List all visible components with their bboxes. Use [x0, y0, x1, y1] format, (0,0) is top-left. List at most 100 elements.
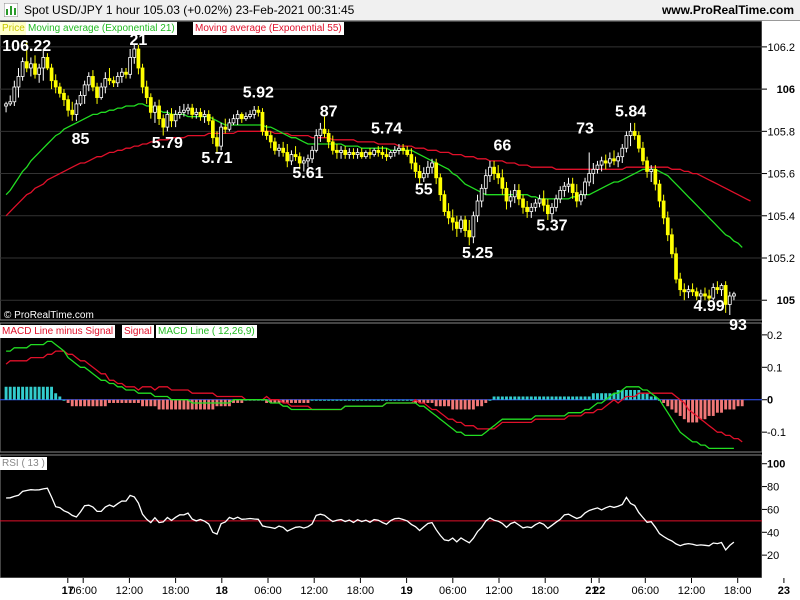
candle-body: [579, 194, 583, 202]
macd-histogram-bar: [397, 399, 401, 401]
price-annotation: 5.84: [615, 104, 646, 121]
candle-body: [566, 183, 571, 187]
candle-body: [421, 173, 426, 179]
macd-histogram-bar: [343, 399, 347, 401]
candle-body: [492, 166, 496, 174]
x-tick-label: 12:00: [485, 585, 513, 597]
macd-histogram-bar: [591, 393, 595, 400]
macd-histogram-bar: [372, 399, 376, 401]
candle-body: [231, 118, 236, 124]
candle-body: [661, 200, 666, 219]
candle-body: [62, 92, 66, 101]
macd-histogram-bar: [707, 399, 711, 416]
macd-histogram-bar: [170, 399, 173, 410]
candle-body: [616, 156, 620, 162]
candle-body: [529, 206, 534, 212]
macd-histogram-bar: [74, 399, 78, 407]
candle-body: [550, 206, 554, 215]
macd-histogram-bar: [641, 393, 645, 400]
macd-histogram-bar: [310, 399, 314, 401]
candle-body: [483, 175, 488, 189]
candle-body: [364, 152, 368, 158]
macd-histogram-bar: [108, 399, 111, 403]
macd-histogram-bar: [645, 393, 649, 400]
price-annotation: 5.79: [152, 135, 183, 152]
macd-histogram-bar: [306, 399, 310, 403]
candle-body: [66, 99, 70, 111]
macd-histogram-bar: [211, 399, 215, 410]
candle-body: [8, 101, 13, 105]
candle-body: [41, 57, 46, 69]
macd-histogram-bar: [25, 386, 29, 400]
macd-histogram-bar: [141, 399, 144, 407]
candle-body: [120, 71, 124, 77]
rsi-panel: [0, 454, 763, 579]
candle-body: [450, 217, 455, 223]
candle-body: [20, 61, 25, 77]
candle-body: [632, 130, 637, 136]
legend-ema55: Moving average (Exponential 55): [193, 22, 344, 35]
macd-histogram-bar: [203, 399, 207, 410]
candle-body: [351, 152, 356, 155]
price-tick-label: 106: [777, 84, 795, 96]
macd-histogram-bar: [554, 396, 558, 400]
macd-histogram-bar: [521, 396, 525, 400]
macd-histogram-bar: [740, 399, 744, 407]
candle-body: [517, 190, 521, 200]
candle-body: [314, 135, 319, 151]
candle-body: [454, 221, 459, 229]
candle-body: [252, 109, 257, 115]
candle-body: [70, 109, 75, 115]
candle-body: [310, 149, 314, 160]
price-tick-label: 105.4: [767, 211, 795, 223]
candle-body: [583, 181, 587, 196]
macd-histogram-bar: [538, 396, 542, 400]
macd-histogram-bar: [103, 399, 107, 407]
macd-histogram-bar: [600, 393, 604, 400]
candle-body: [53, 80, 58, 88]
macd-histogram-bar: [484, 399, 488, 403]
macd-histogram-bar: [674, 399, 678, 413]
macd-histogram-bar: [112, 399, 116, 403]
candle-body: [161, 118, 166, 128]
price-tick-label: 105: [777, 295, 795, 307]
macd-tick-label: 0.1: [767, 362, 782, 374]
macd-histogram-bar: [409, 399, 413, 401]
candle-body: [438, 177, 443, 196]
macd-histogram-bar: [327, 399, 331, 401]
candle-body: [169, 114, 174, 122]
candle-body: [182, 109, 186, 113]
candle-body: [541, 198, 546, 206]
candle-body: [359, 152, 364, 158]
x-tick-label: 23: [778, 585, 790, 597]
macd-histogram-bar: [629, 390, 632, 400]
macd-histogram-bar: [542, 396, 546, 400]
bar-chart-icon[interactable]: [4, 3, 18, 17]
price-annotation: 5.61: [292, 165, 323, 182]
candle-body: [306, 158, 310, 162]
candle-body: [459, 219, 463, 229]
candle-body: [128, 57, 132, 75]
candle-body: [475, 200, 480, 217]
macd-histogram-bar: [347, 399, 351, 401]
candle-body: [227, 122, 232, 130]
macd-histogram-bar: [95, 399, 99, 407]
candle-body: [86, 76, 91, 86]
candle-body: [12, 86, 17, 103]
macd-histogram-bar: [662, 399, 666, 403]
candle-body: [537, 198, 542, 204]
candle-body: [273, 141, 277, 151]
macd-histogram-bar: [161, 399, 165, 410]
macd-histogram-bar: [467, 399, 471, 410]
macd-histogram-bar: [207, 399, 211, 410]
macd-histogram-bar: [624, 390, 628, 400]
candle-body: [545, 204, 550, 215]
candle-body: [339, 149, 343, 153]
macd-histogram-bar: [405, 399, 409, 401]
macd-histogram-bar: [124, 399, 128, 403]
candle-body: [103, 78, 108, 88]
macd-histogram-bar: [488, 399, 492, 401]
candle-body: [426, 166, 430, 174]
macd-histogram-bar: [525, 396, 529, 400]
site-url[interactable]: www.ProRealTime.com: [662, 3, 794, 17]
